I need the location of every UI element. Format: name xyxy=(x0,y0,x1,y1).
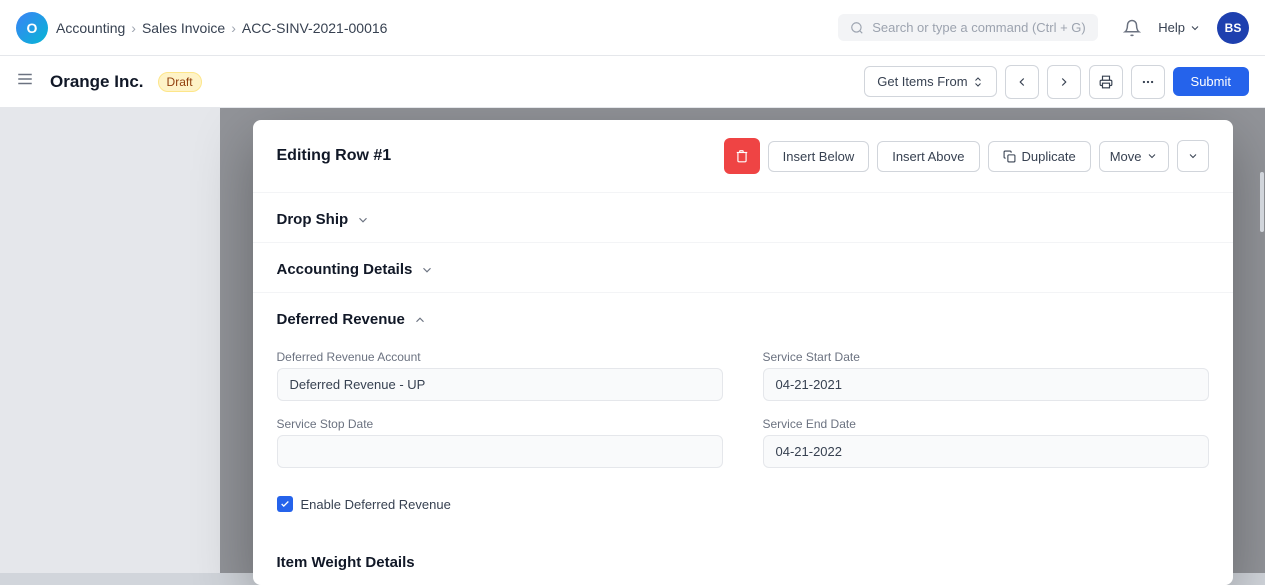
scrollbar[interactable] xyxy=(1259,108,1265,573)
deferred-revenue-header[interactable]: Deferred Revenue xyxy=(277,293,1209,342)
enable-deferred-revenue-row: Enable Deferred Revenue xyxy=(277,488,1209,520)
secondary-toolbar: Orange Inc. Draft Get Items From Submit xyxy=(0,56,1265,108)
modal-title: Editing Row #1 xyxy=(277,147,724,165)
main-content: Editing Row #1 Insert Below Insert Above… xyxy=(0,108,1265,573)
deferred-revenue-title: Deferred Revenue xyxy=(277,311,405,328)
print-button[interactable] xyxy=(1089,65,1123,99)
modal-actions: Insert Below Insert Above Duplicate Move xyxy=(724,138,1209,174)
search-placeholder: Search or type a command (Ctrl + G) xyxy=(872,20,1086,35)
notifications-button[interactable] xyxy=(1114,10,1150,46)
service-stop-date-input[interactable] xyxy=(277,435,723,468)
service-start-date-field: Service Start Date xyxy=(763,350,1209,401)
accounting-details-section: Accounting Details xyxy=(253,243,1233,293)
menu-icon[interactable] xyxy=(16,70,34,93)
item-weight-details-header[interactable]: Item Weight Details xyxy=(277,536,1209,585)
prev-button[interactable] xyxy=(1005,65,1039,99)
drop-ship-title: Drop Ship xyxy=(277,211,349,228)
chevron-down-expand-icon xyxy=(1187,150,1199,162)
service-start-date-input[interactable] xyxy=(763,368,1209,401)
drop-ship-chevron-icon xyxy=(356,213,370,227)
accounting-details-title: Accounting Details xyxy=(277,261,413,278)
deferred-revenue-form: Deferred Revenue Account Service Start D… xyxy=(277,342,1209,488)
service-stop-date-field: Service Stop Date xyxy=(277,417,723,468)
avatar: BS xyxy=(1217,12,1249,44)
deferred-revenue-chevron-icon xyxy=(413,313,427,327)
duplicate-button[interactable]: Duplicate xyxy=(988,141,1091,172)
accounting-details-header[interactable]: Accounting Details xyxy=(277,243,1209,292)
service-end-date-label: Service End Date xyxy=(763,417,1209,431)
breadcrumb: Accounting › Sales Invoice › ACC-SINV-20… xyxy=(56,20,387,36)
chevron-down-icon xyxy=(1189,22,1201,34)
checkmark-icon xyxy=(280,499,290,509)
get-items-button[interactable]: Get Items From xyxy=(864,66,996,97)
chevron-right-icon xyxy=(1057,75,1071,89)
search-bar[interactable]: Search or type a command (Ctrl + G) xyxy=(838,14,1098,41)
search-icon xyxy=(850,21,864,35)
deferred-revenue-account-label: Deferred Revenue Account xyxy=(277,350,723,364)
app-logo: O xyxy=(16,12,48,44)
breadcrumb-sales-invoice[interactable]: Sales Invoice xyxy=(142,20,225,36)
expand-button[interactable] xyxy=(1177,140,1209,172)
modal-overlay: Editing Row #1 Insert Below Insert Above… xyxy=(220,108,1265,573)
accounting-details-chevron-icon xyxy=(420,263,434,277)
insert-above-button[interactable]: Insert Above xyxy=(877,141,979,172)
service-end-date-input[interactable] xyxy=(763,435,1209,468)
print-icon xyxy=(1099,75,1113,89)
breadcrumb-accounting[interactable]: Accounting xyxy=(56,20,125,36)
item-weight-details-title: Item Weight Details xyxy=(277,554,415,571)
submit-button[interactable]: Submit xyxy=(1173,67,1249,96)
trash-icon xyxy=(735,149,749,163)
copy-icon xyxy=(1003,150,1016,163)
service-end-date-field: Service End Date xyxy=(763,417,1209,468)
service-stop-date-label: Service Stop Date xyxy=(277,417,723,431)
delete-button[interactable] xyxy=(724,138,760,174)
top-nav: O Accounting › Sales Invoice › ACC-SINV-… xyxy=(0,0,1265,56)
deferred-revenue-account-field: Deferred Revenue Account xyxy=(277,350,723,401)
modal-panel: Editing Row #1 Insert Below Insert Above… xyxy=(253,120,1233,585)
next-button[interactable] xyxy=(1047,65,1081,99)
deferred-revenue-account-input[interactable] xyxy=(277,368,723,401)
move-button[interactable]: Move xyxy=(1099,141,1169,172)
modal-header: Editing Row #1 Insert Below Insert Above… xyxy=(253,120,1233,193)
status-badge: Draft xyxy=(158,72,202,92)
document-title: Orange Inc. xyxy=(50,72,144,92)
ellipsis-icon xyxy=(1141,75,1155,89)
chevron-left-icon xyxy=(1015,75,1029,89)
chevron-down-move-icon xyxy=(1146,150,1158,162)
deferred-revenue-section: Deferred Revenue Deferred Revenue Accoun… xyxy=(253,293,1233,520)
enable-deferred-revenue-label: Enable Deferred Revenue xyxy=(301,497,451,512)
more-options-button[interactable] xyxy=(1131,65,1165,99)
insert-below-button[interactable]: Insert Below xyxy=(768,141,870,172)
bell-icon xyxy=(1123,19,1141,37)
drop-ship-header[interactable]: Drop Ship xyxy=(277,193,1209,242)
sidebar xyxy=(0,108,220,573)
service-start-date-label: Service Start Date xyxy=(763,350,1209,364)
drop-ship-section: Drop Ship xyxy=(253,193,1233,243)
breadcrumb-doc-id: ACC-SINV-2021-00016 xyxy=(242,20,388,36)
sort-icon xyxy=(972,76,984,88)
item-weight-details-section: Item Weight Details xyxy=(253,520,1233,585)
help-button[interactable]: Help xyxy=(1150,14,1209,41)
enable-deferred-revenue-checkbox[interactable] xyxy=(277,496,293,512)
